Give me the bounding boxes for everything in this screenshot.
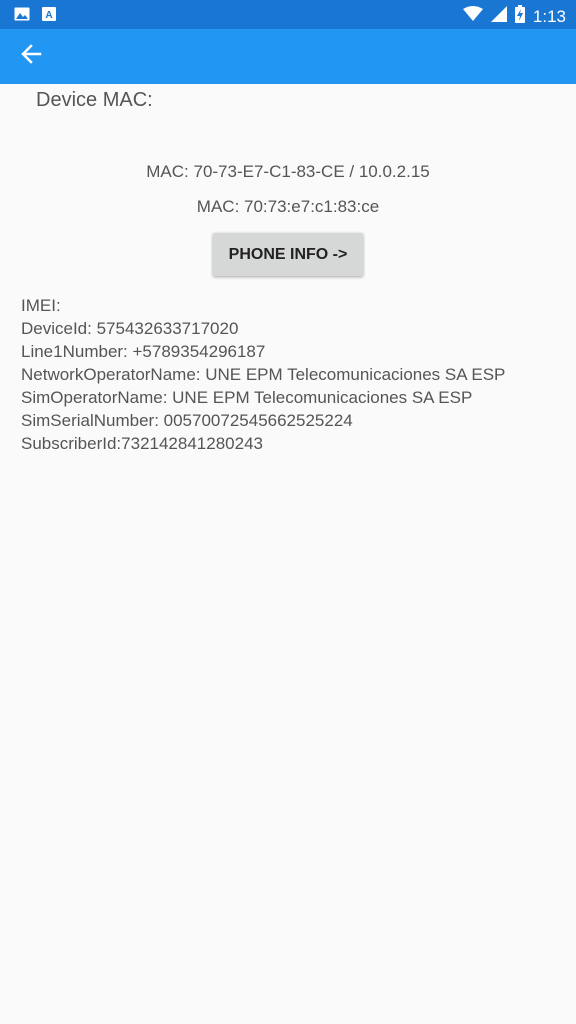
imei-line: IMEI: [21,296,61,315]
notification-icons: A [14,7,56,26]
app-bar [0,29,576,84]
line1-number-line: Line1Number: +5789354296187 [21,342,266,361]
subscriber-id-line: SubscriberId:732142841280243 [21,434,263,453]
status-time: 1:13 [532,6,566,26]
image-icon [14,7,30,26]
svg-text:A: A [45,10,52,21]
device-mac-label: Device MAC: [36,89,153,111]
battery-charging-icon [514,5,525,28]
sim-operator-name-line: SimOperatorName: UNE EPM Telecomunicacio… [21,388,473,407]
phone-info-list: IMEI: DeviceId: 575432633717020 Line1Num… [21,294,505,455]
wifi-icon [462,6,483,27]
back-button[interactable] [14,41,48,71]
phone-info-button[interactable]: PHONE INFO -> [213,233,363,276]
arrow-back-icon [20,43,42,70]
network-operator-name-line: NetworkOperatorName: UNE EPM Telecomunic… [21,365,506,384]
device-id-line: DeviceId: 575432633717020 [21,319,239,338]
mac-address-line: MAC: 70-73-E7-C1-83-CE / 10.0.2.15 [146,162,430,181]
signal-icon [490,6,507,27]
mac-address-line-lowercase: MAC: 70:73:e7:c1:83:ce [196,197,380,216]
system-status: 1:13 [462,5,566,28]
sim-serial-number-line: SimSerialNumber: 00570072545662525224 [21,411,353,430]
status-bar: A 1:13 [0,0,576,29]
font-download-icon: A [42,7,56,26]
